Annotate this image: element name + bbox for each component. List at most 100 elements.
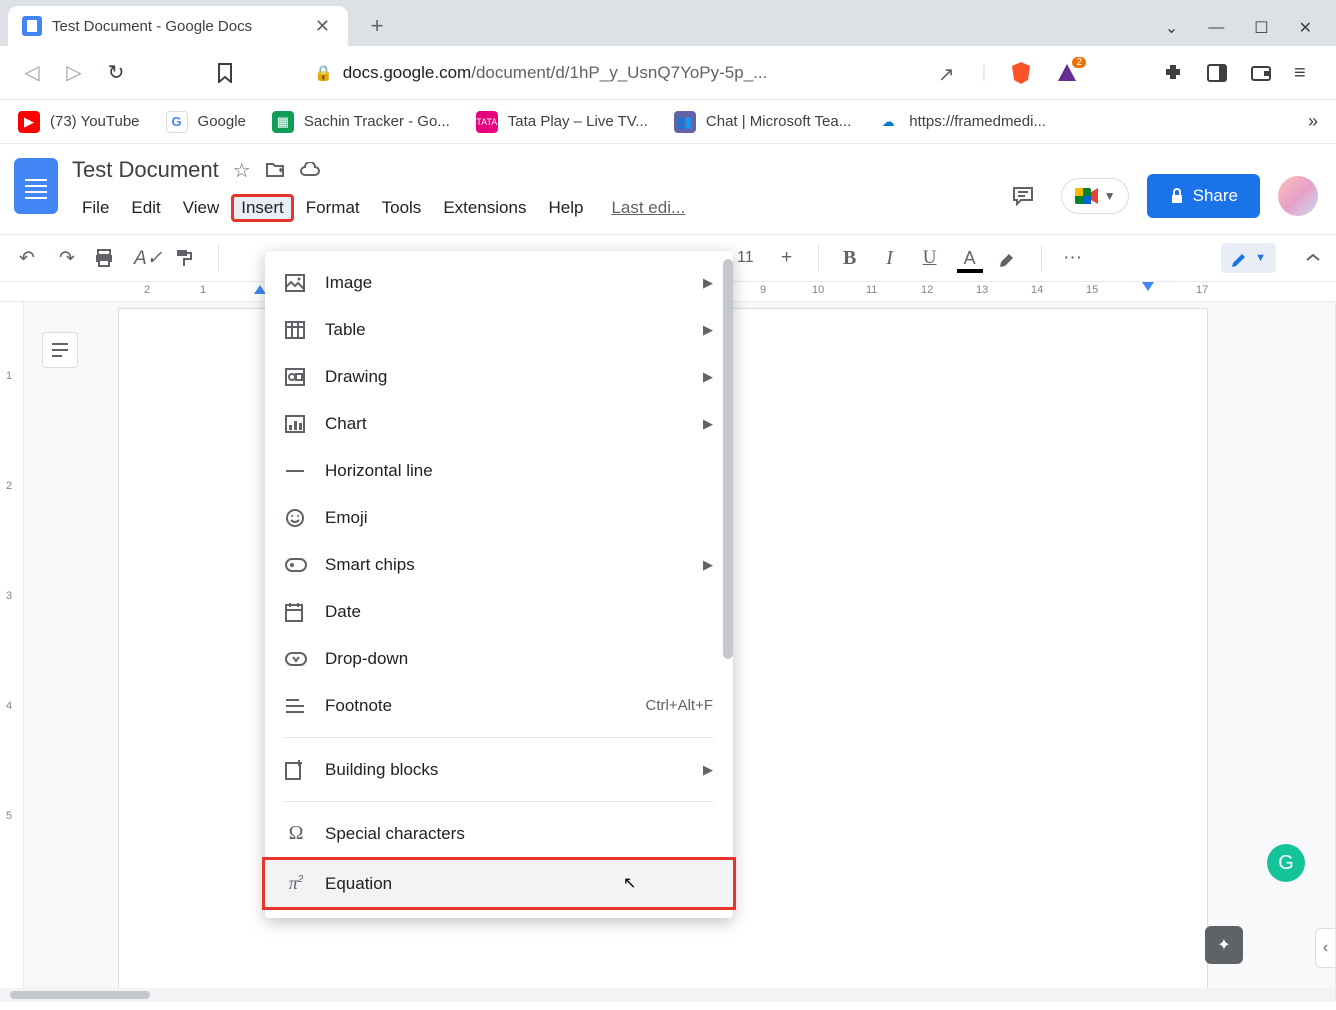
underline-button[interactable]: U: [917, 247, 943, 269]
submenu-arrow-icon: ▶: [703, 762, 713, 778]
bookmark-sheets[interactable]: ▦Sachin Tracker - Go...: [272, 111, 450, 133]
url-box[interactable]: 🔒 docs.google.com/document/d/1hP_y_UsnQ7…: [298, 54, 783, 92]
bold-button[interactable]: B: [837, 247, 863, 270]
meet-button[interactable]: ▼: [1061, 178, 1129, 214]
print-button[interactable]: [94, 248, 120, 268]
menu-file[interactable]: File: [72, 194, 119, 222]
font-size-value[interactable]: 11: [731, 249, 760, 267]
insert-smart-chips[interactable]: Smart chips ▶: [265, 541, 733, 588]
insert-horizontal-line[interactable]: Horizontal line: [265, 447, 733, 494]
side-panel-toggle[interactable]: ‹: [1315, 928, 1335, 968]
window-close-button[interactable]: ✕: [1299, 18, 1312, 38]
pi-icon: π2: [285, 873, 307, 894]
menu-extensions[interactable]: Extensions: [433, 194, 536, 222]
extensions-icon[interactable]: [1162, 62, 1184, 84]
bookmark-tataplay[interactable]: TATATata Play – Live TV...: [476, 111, 648, 133]
tab-close-icon[interactable]: ✕: [311, 16, 334, 37]
browser-chrome: Test Document - Google Docs ✕ + ⌄ — ☐ ✕ …: [0, 0, 1336, 144]
insert-table[interactable]: Table ▶: [265, 306, 733, 353]
toolbar-more-button[interactable]: ···: [1060, 247, 1086, 269]
horizontal-scrollbar[interactable]: [0, 988, 1335, 1002]
indent-marker-right[interactable]: [1142, 282, 1154, 291]
insert-building-blocks[interactable]: Building blocks ▶: [265, 746, 733, 793]
user-avatar[interactable]: [1278, 176, 1318, 216]
insert-chart[interactable]: Chart ▶: [265, 400, 733, 447]
bookmark-google[interactable]: GGoogle: [166, 111, 246, 133]
drawing-icon: [285, 368, 307, 386]
grammarly-badge[interactable]: G: [1267, 844, 1305, 882]
insert-date[interactable]: Date: [265, 588, 733, 635]
redo-button[interactable]: ↷: [54, 247, 80, 270]
font-size-increase[interactable]: +: [774, 247, 800, 269]
chip-icon: [285, 558, 307, 572]
nav-forward-button[interactable]: ▷: [62, 60, 86, 85]
share-url-icon[interactable]: ↗: [938, 62, 960, 84]
paint-format-button[interactable]: [174, 248, 200, 268]
collapse-toolbar-button[interactable]: [1304, 252, 1322, 264]
brave-rewards-icon[interactable]: 2: [1056, 62, 1078, 84]
tab-title: Test Document - Google Docs: [52, 18, 301, 35]
comments-icon[interactable]: [1003, 176, 1043, 216]
highlight-button[interactable]: [997, 248, 1023, 268]
dropdown-chip-icon: [285, 652, 307, 666]
wallet-icon[interactable]: [1250, 62, 1272, 84]
nav-reload-button[interactable]: ↻: [104, 60, 128, 85]
address-bar: ◁ ▷ ↻ 🔒 docs.google.com/document/d/1hP_y…: [0, 46, 1336, 100]
vertical-ruler[interactable]: 1 2 3 4 5: [0, 302, 24, 1002]
move-icon[interactable]: [265, 161, 285, 179]
app-menu-icon[interactable]: ≡: [1294, 62, 1316, 84]
text-color-button[interactable]: A: [957, 248, 983, 269]
menu-tools[interactable]: Tools: [372, 194, 432, 222]
menu-edit[interactable]: Edit: [121, 194, 170, 222]
cursor-icon: ↖: [623, 873, 636, 893]
menu-help[interactable]: Help: [538, 194, 593, 222]
insert-drawing[interactable]: Drawing ▶: [265, 353, 733, 400]
italic-button[interactable]: I: [877, 247, 903, 270]
docs-header: Test Document ☆ File Edit View Insert Fo…: [0, 144, 1336, 234]
document-title[interactable]: Test Document: [72, 157, 219, 183]
nav-back-button[interactable]: ◁: [20, 60, 44, 85]
spellcheck-button[interactable]: A✓: [134, 247, 160, 270]
insert-footnote[interactable]: Footnote Ctrl+Alt+F: [265, 682, 733, 729]
insert-special-characters[interactable]: Ω Special characters: [265, 810, 733, 857]
insert-emoji[interactable]: Emoji: [265, 494, 733, 541]
rewards-badge: 2: [1072, 57, 1086, 68]
menu-insert[interactable]: Insert: [231, 194, 294, 222]
lock-icon: [1169, 187, 1185, 205]
bookmark-page-icon[interactable]: [216, 63, 240, 83]
bookmark-framedmedia[interactable]: ☁https://framedmedi...: [877, 111, 1046, 133]
window-minimize-button[interactable]: —: [1208, 19, 1224, 37]
scroll-thumb[interactable]: [10, 991, 150, 999]
sidepanel-icon[interactable]: [1206, 62, 1228, 84]
undo-button[interactable]: ↶: [14, 247, 40, 270]
docs-logo-icon[interactable]: [14, 158, 58, 214]
menu-separator: [285, 737, 713, 738]
menu-format[interactable]: Format: [296, 194, 370, 222]
editing-mode-button[interactable]: ▼: [1221, 243, 1276, 273]
bookmarks-bar: ▶(73) YouTube GGoogle ▦Sachin Tracker - …: [0, 100, 1336, 144]
url-text: docs.google.com/document/d/1hP_y_UsnQ7Yo…: [343, 63, 768, 83]
insert-dropdown[interactable]: Drop-down: [265, 635, 733, 682]
star-icon[interactable]: ☆: [233, 158, 251, 183]
bookmarks-overflow-button[interactable]: »: [1308, 111, 1318, 132]
window-maximize-button[interactable]: ☐: [1254, 18, 1268, 38]
docs-favicon-icon: [22, 16, 42, 36]
bookmark-youtube[interactable]: ▶(73) YouTube: [18, 111, 140, 133]
window-chevron-icon[interactable]: ⌄: [1165, 18, 1178, 38]
brave-shield-icon[interactable]: [1008, 60, 1034, 86]
outline-toggle-button[interactable]: [42, 332, 78, 368]
new-tab-button[interactable]: +: [362, 11, 392, 41]
bookmark-teams[interactable]: 👥Chat | Microsoft Tea...: [674, 111, 851, 133]
insert-equation[interactable]: π2 Equation ↖: [262, 857, 736, 910]
submenu-arrow-icon: ▶: [703, 416, 713, 432]
insert-image[interactable]: Image ▶: [265, 259, 733, 306]
last-edit-link[interactable]: Last edi...: [611, 194, 685, 222]
shortcut-text: Ctrl+Alt+F: [645, 697, 713, 714]
title-row: Test Document ☆: [72, 152, 1003, 188]
browser-tab[interactable]: Test Document - Google Docs ✕: [8, 6, 348, 46]
share-button[interactable]: Share: [1147, 174, 1260, 218]
menu-separator: [285, 801, 713, 802]
menu-view[interactable]: View: [173, 194, 230, 222]
cloud-status-icon[interactable]: [299, 162, 321, 178]
explore-button[interactable]: ✦: [1205, 926, 1243, 964]
